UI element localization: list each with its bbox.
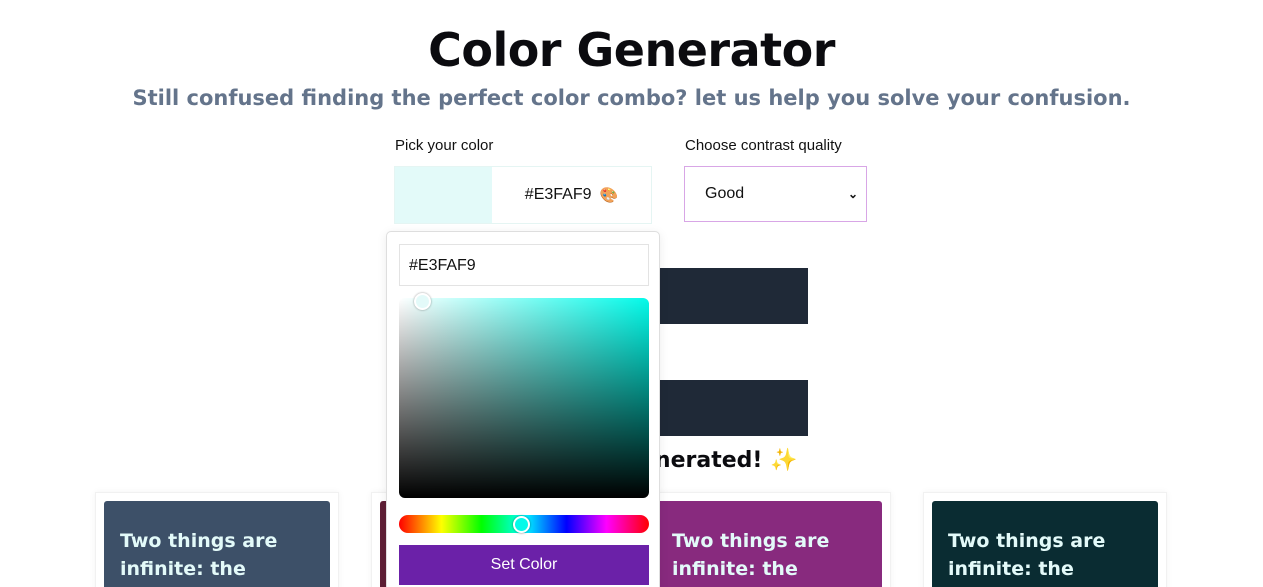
page-subtitle: Still confused finding the perfect color… — [132, 86, 1131, 110]
color-picker-field[interactable]: #E3FAF9 🎨 — [394, 166, 652, 224]
card-quote: Two things are infinite: the — [672, 530, 830, 580]
hue-handle[interactable] — [513, 516, 530, 533]
hex-input[interactable]: #E3FAF9 — [399, 244, 649, 286]
saturation-area[interactable] — [399, 293, 649, 498]
color-hex-value: #E3FAF9 — [524, 186, 592, 203]
contrast-selected-value: Good — [705, 185, 745, 202]
hue-slider[interactable] — [399, 515, 649, 533]
color-card[interactable]: Two things are infinite: the — [923, 492, 1167, 587]
color-card[interactable]: Two things are infinite: the — [647, 492, 891, 587]
card-quote: Two things are infinite: the — [948, 530, 1106, 580]
chevron-down-icon: ⌄ — [847, 187, 858, 201]
contrast-quality-select[interactable]: Good ⌄ — [684, 166, 867, 222]
palette-icon: 🎨 — [599, 187, 619, 204]
saturation-handle[interactable] — [414, 293, 431, 310]
card-preview: Two things are infinite: the — [656, 501, 882, 587]
card-preview: Two things are infinite: the — [932, 501, 1158, 587]
set-color-button[interactable]: Set Color — [399, 545, 649, 585]
results-heading: enerated! ✨ — [640, 448, 798, 473]
color-hex-display[interactable]: #E3FAF9 🎨 — [492, 167, 651, 223]
color-swatch[interactable] — [395, 167, 492, 223]
pick-color-label: Pick your color — [395, 137, 494, 154]
card-preview: Two things are infinite: the — [104, 501, 330, 587]
color-card[interactable]: Two things are infinite: the — [95, 492, 339, 587]
contrast-label: Choose contrast quality — [685, 137, 842, 154]
page-title: Color Generator — [428, 23, 835, 77]
color-picker-popover: #E3FAF9 Set Color — [386, 231, 660, 587]
card-quote: Two things are infinite: the — [120, 530, 278, 580]
sparkle-icon: ✨ — [770, 448, 798, 473]
